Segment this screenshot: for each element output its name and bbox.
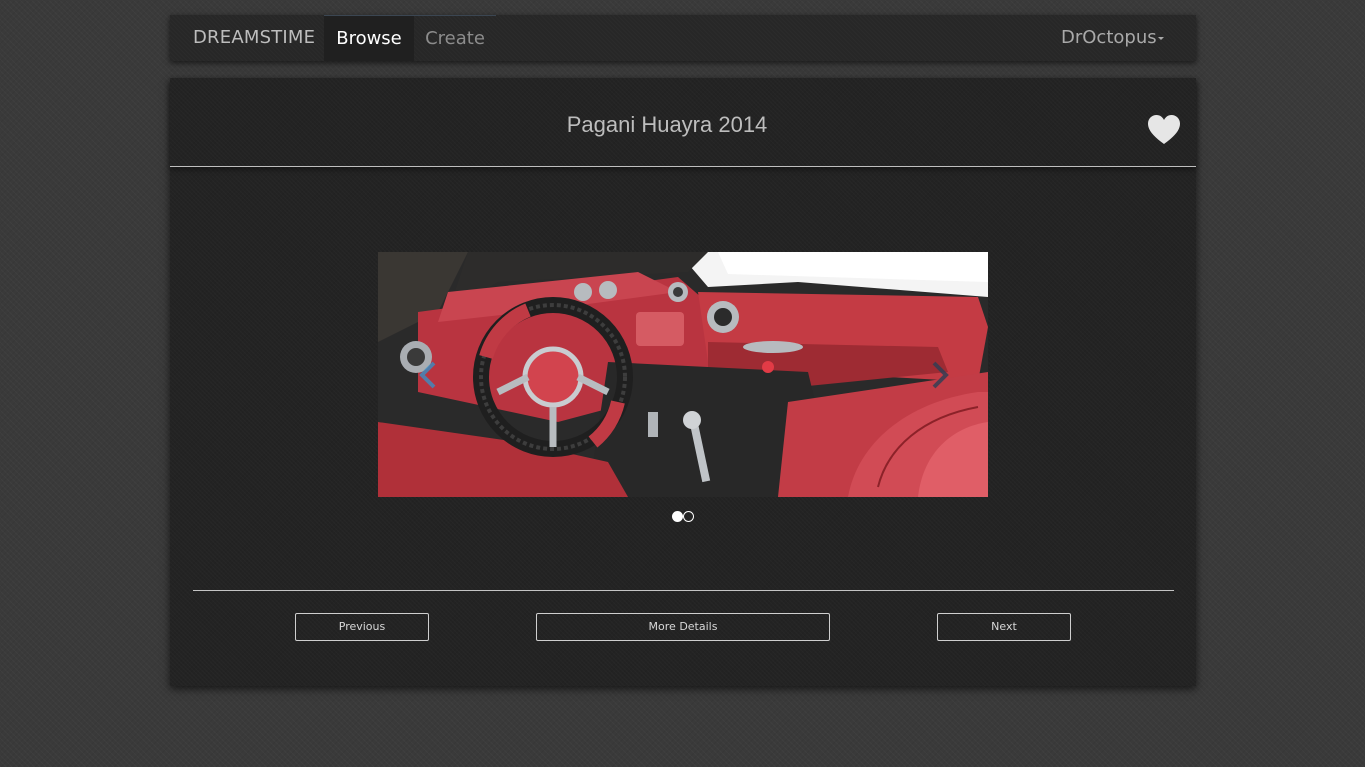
panel-header: Pagani Huayra 2014 (170, 78, 1196, 167)
carousel-next-arrow[interactable] (930, 360, 950, 390)
carousel-indicator-1[interactable] (672, 511, 683, 522)
carousel-prev-arrow[interactable] (418, 360, 438, 390)
carousel-indicator-2[interactable] (683, 511, 694, 522)
heart-icon (1148, 115, 1180, 144)
nav-tab-create[interactable]: Create (414, 15, 496, 61)
favorite-button[interactable] (1147, 114, 1181, 146)
carousel-indicators (672, 511, 696, 522)
next-button[interactable]: Next (937, 613, 1071, 641)
user-menu[interactable]: DrOctopus (1061, 15, 1164, 61)
nav-tab-browse[interactable]: Browse (324, 15, 414, 61)
item-panel: Pagani Huayra 2014 Previous More Details… (170, 78, 1196, 686)
caret-down-icon (1157, 36, 1164, 40)
previous-button[interactable]: Previous (295, 613, 429, 641)
user-name: DrOctopus (1061, 27, 1157, 48)
item-title: Pagani Huayra 2014 (566, 112, 768, 137)
more-details-button[interactable]: More Details (536, 613, 830, 641)
top-navbar: DREAMSTIME Browse Create DrOctopus (170, 15, 1196, 61)
chevron-left-icon (419, 361, 436, 389)
chevron-right-icon (932, 361, 949, 389)
image-carousel[interactable] (378, 252, 988, 497)
car-interior-image (378, 252, 988, 497)
divider (193, 590, 1174, 591)
brand-logo[interactable]: DREAMSTIME (193, 15, 315, 61)
